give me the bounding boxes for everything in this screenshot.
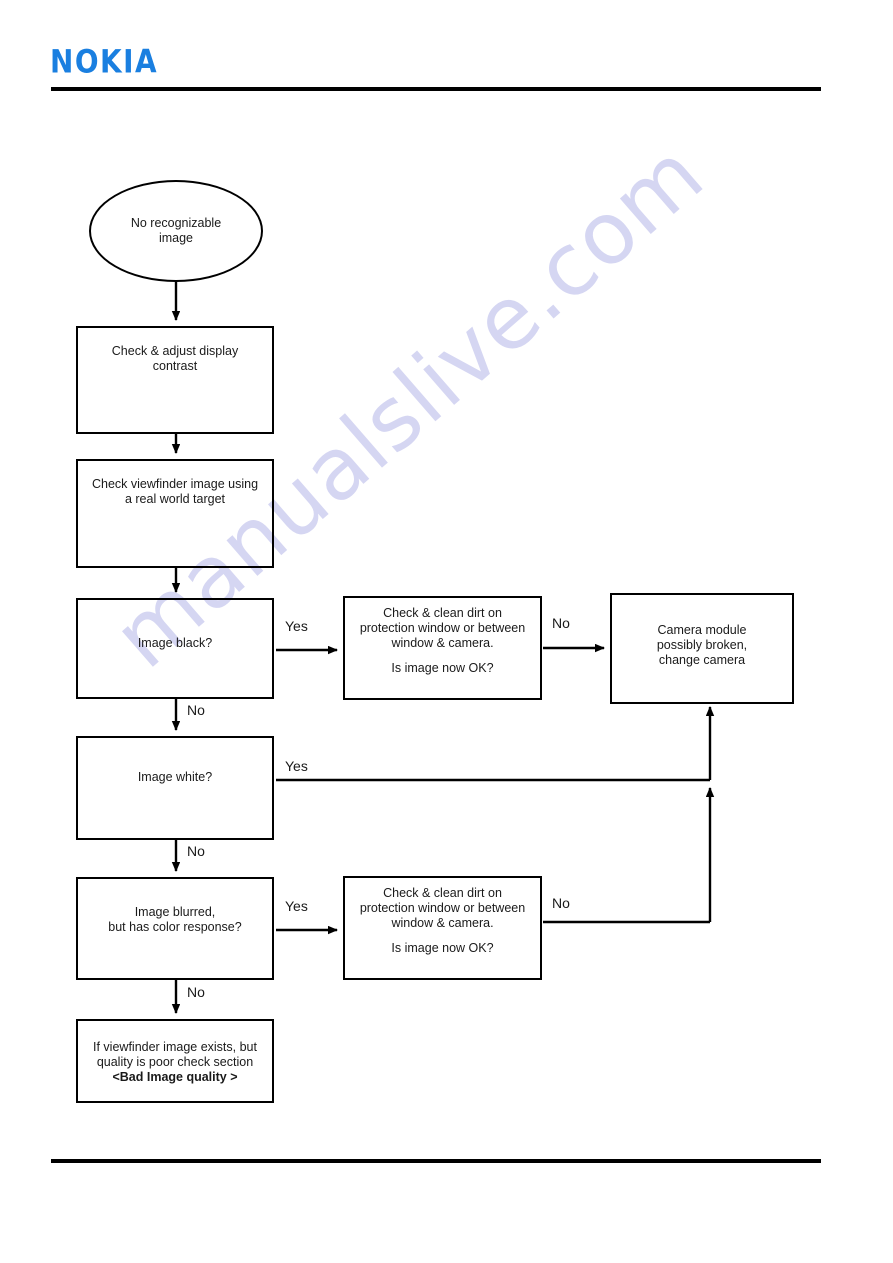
node-line-2: contrast: [152, 359, 198, 373]
edge-label-blurred-no: No: [187, 984, 205, 1000]
edge-label-black-yes: Yes: [285, 618, 308, 634]
node-line-1: Check & clean dirt on: [383, 606, 502, 620]
edge-label-blurred-yes: Yes: [285, 898, 308, 914]
node-text-secondary: Is image now OK?: [349, 941, 536, 956]
node-no-recognizable-image: No recognizable image: [89, 180, 263, 282]
node-check-clean-dirt-1: Check & clean dirt on protection window …: [343, 596, 542, 700]
node-line-1: Image black?: [137, 636, 213, 650]
node-line-1: Camera module: [657, 623, 747, 637]
node-line-3: window & camera.: [391, 636, 494, 650]
node-image-black: Image black?: [76, 598, 274, 699]
node-text-secondary: Is image now OK?: [349, 661, 536, 676]
node-text: Image white?: [82, 770, 268, 785]
node-text: Image blurred, but has color response?: [82, 905, 268, 935]
node-line-2: protection window or between: [359, 901, 526, 915]
node-text: Check & clean dirt on protection window …: [349, 606, 536, 651]
node-line-1: Check & adjust display: [111, 344, 239, 358]
node-line-2: a real world target: [124, 492, 226, 506]
node-line-2: protection window or between: [359, 621, 526, 635]
node-check-viewfinder-image: Check viewfinder image using a real worl…: [76, 459, 274, 568]
edge-label-dirt2-no: No: [552, 895, 570, 911]
node-line-3: window & camera.: [391, 916, 494, 930]
edge-label-white-yes: Yes: [285, 758, 308, 774]
node-line-1: Check viewfinder image using: [91, 477, 259, 491]
node-check-adjust-display-contrast: Check & adjust display contrast: [76, 326, 274, 434]
edge-label-white-no: No: [187, 843, 205, 859]
edge-label-dirt1-no: No: [552, 615, 570, 631]
node-text: Check viewfinder image using a real worl…: [82, 477, 268, 507]
node-image-white: Image white?: [76, 736, 274, 840]
node-line-1: If viewfinder image exists, but: [93, 1040, 257, 1054]
node-text: Check & clean dirt on protection window …: [349, 886, 536, 931]
node-line-4: Is image now OK?: [391, 661, 494, 675]
node-line-4: Is image now OK?: [391, 941, 494, 955]
node-line-1: No recognizable: [130, 216, 222, 230]
troubleshooting-flowchart: No recognizable image Check & adjust dis…: [0, 0, 893, 1263]
node-line-1: Image blurred,: [134, 905, 216, 919]
node-line-2: possibly broken,: [656, 638, 748, 652]
node-check-clean-dirt-2: Check & clean dirt on protection window …: [343, 876, 542, 980]
node-text: If viewfinder image exists, but quality …: [82, 1040, 268, 1085]
document-page: NOKIA manualslive.com No recognizable im…: [0, 0, 893, 1263]
node-camera-module-broken: Camera module possibly broken, change ca…: [610, 593, 794, 704]
node-line-1: Image white?: [137, 770, 213, 784]
node-line-3: <Bad Image quality >: [112, 1070, 238, 1084]
edge-label-black-no: No: [187, 702, 205, 718]
node-text: No recognizable image: [99, 216, 253, 246]
node-line-2: image: [158, 231, 194, 245]
node-image-blurred: Image blurred, but has color response?: [76, 877, 274, 980]
node-bad-image-quality: If viewfinder image exists, but quality …: [76, 1019, 274, 1103]
node-text: Camera module possibly broken, change ca…: [616, 623, 788, 668]
node-text: Check & adjust display contrast: [82, 344, 268, 374]
node-line-3: change camera: [658, 653, 746, 667]
node-text: Image black?: [82, 636, 268, 651]
node-line-1: Check & clean dirt on: [383, 886, 502, 900]
node-line-2: quality is poor check section: [96, 1055, 254, 1069]
node-line-2: but has color response?: [108, 920, 242, 934]
